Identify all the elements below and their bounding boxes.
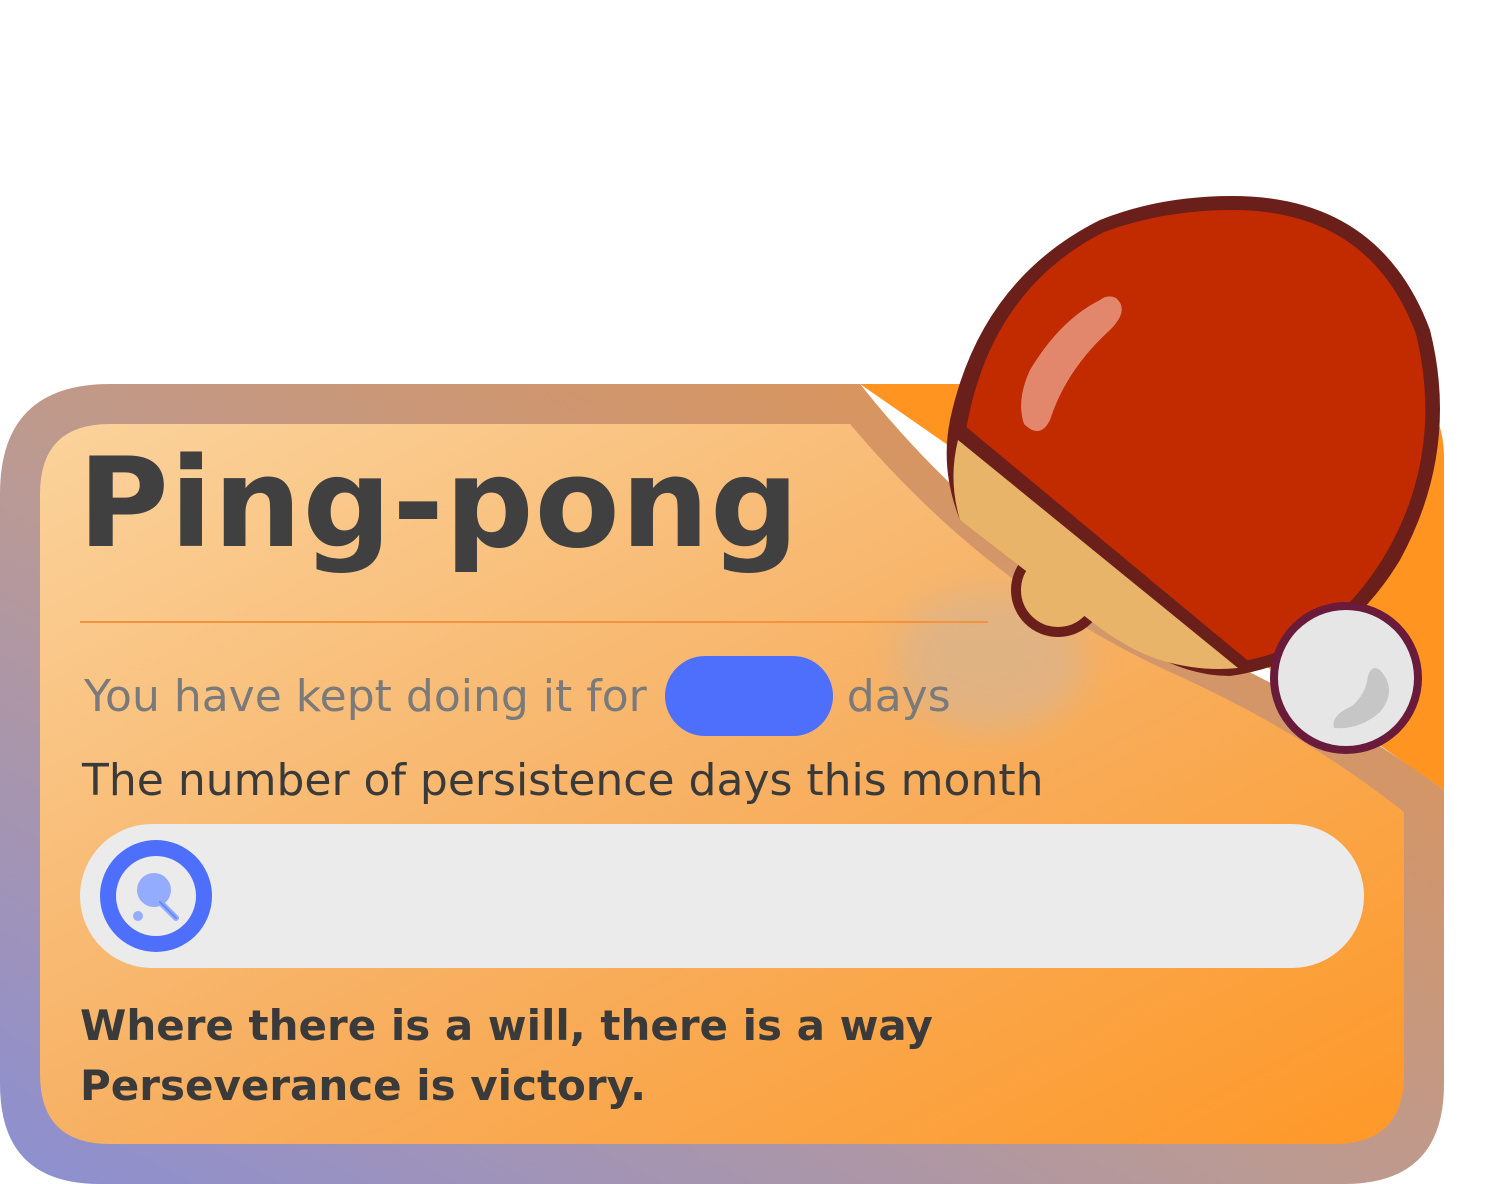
ping-pong-ball-icon xyxy=(1270,602,1422,754)
quote-line-1: Where there is a will, there is a way xyxy=(80,1001,933,1050)
kept-days-suffix: days xyxy=(846,670,951,722)
habit-title: Ping-pong xyxy=(78,432,800,576)
quote-line-2: Perseverance is victory. xyxy=(80,1061,647,1110)
progress-marker xyxy=(100,840,212,952)
title-divider xyxy=(80,621,988,623)
kept-days-line: You have kept doing it for days xyxy=(84,656,951,736)
ping-pong-paddle-icon xyxy=(946,196,1440,676)
month-progress-bar xyxy=(80,824,1364,968)
month-persistence-label: The number of persistence days this mont… xyxy=(82,755,1044,806)
habit-card-stage: Ping-pong You have kept doing it for day… xyxy=(0,0,1508,1184)
motivational-quote: Where there is a will, there is a way Pe… xyxy=(80,996,933,1116)
kept-days-prefix: You have kept doing it for xyxy=(84,670,647,722)
kept-days-count-badge xyxy=(664,656,833,736)
ping-pong-marker-icon xyxy=(133,873,179,921)
ping-pong-paddle-illustration xyxy=(946,196,1440,754)
